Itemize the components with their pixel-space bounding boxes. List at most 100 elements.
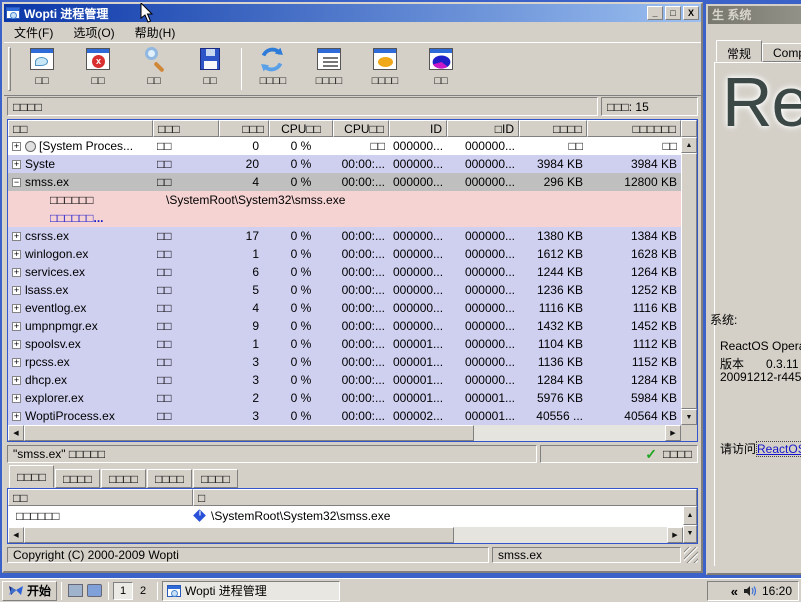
process-row[interactable]: + dhcp.ex □□ 3 0 % 00:00:... 000001... 000000..… xyxy=(8,371,681,389)
resize-grip[interactable] xyxy=(684,547,698,563)
horizontal-scrollbar[interactable]: ◀ ▶ xyxy=(8,425,697,441)
reactos-link[interactable]: ReactOS xyxy=(756,441,801,457)
process-row[interactable]: + spoolsv.ex □□ 1 0 % 00:00:... 000001... 00000… xyxy=(8,335,681,353)
scroll-right-button[interactable]: ▶ xyxy=(665,425,681,441)
detail-value: \SystemRoot\System32\smss.exe xyxy=(166,193,346,207)
scroll-left-button[interactable]: ◀ xyxy=(8,425,24,441)
desktop-pager-2[interactable]: 2 xyxy=(133,582,153,600)
panel-scroll-right-button[interactable]: ▶ xyxy=(667,527,683,543)
toolbar-button-save[interactable]: □□ xyxy=(182,44,238,94)
cell-id: 000000... xyxy=(393,229,444,243)
cell-mem: 3984 KB xyxy=(536,157,583,171)
more-info-link[interactable]: □□□□□□... xyxy=(8,209,104,227)
toolbar-button-terminate[interactable]: x □□ xyxy=(70,44,126,94)
column-header-status[interactable]: □□□ xyxy=(153,120,219,137)
cell-time: 00:00:... xyxy=(341,337,385,351)
column-header-vmem[interactable]: □□□□□□ xyxy=(587,120,681,137)
panel-column-value[interactable]: □ xyxy=(193,489,697,506)
tray-collapse-icon[interactable]: « xyxy=(731,584,738,599)
process-row[interactable]: − smss.ex □□ 4 0 % 00:00:... 000000... 000000..… xyxy=(8,173,681,191)
process-row[interactable]: + csrss.ex □□ 17 0 % 00:00:... 000000... 000000… xyxy=(8,227,681,245)
process-row[interactable]: + explorer.ex □□ 2 0 % 00:00:... 000001... 0000… xyxy=(8,389,681,407)
toolbar-button-pie[interactable]: □□ xyxy=(413,44,469,94)
expand-toggle[interactable]: + xyxy=(12,285,21,295)
toolbar-button-chat[interactable]: □□ xyxy=(14,44,70,94)
expand-toggle[interactable]: + xyxy=(12,249,21,259)
expand-toggle[interactable]: + xyxy=(12,375,21,385)
expand-toggle[interactable]: + xyxy=(12,321,21,331)
menu-item-3[interactable]: 帮助(H) xyxy=(135,24,176,41)
detail-tab-3[interactable]: □□□□ xyxy=(101,469,146,488)
process-row[interactable]: + winlogon.ex □□ 1 0 % 00:00:... 000000... 0000… xyxy=(8,245,681,263)
system-properties-window[interactable]: 生 系统 常规 Comput Re 系统: ReactOS Operatin 版… xyxy=(706,4,801,575)
tab-general[interactable]: 常规 xyxy=(716,40,763,62)
title-bar[interactable]: Wopti 进程管理 _ □ X xyxy=(4,4,701,22)
desktop-pager-1[interactable]: 1 xyxy=(113,581,134,600)
panel-scroll-track[interactable] xyxy=(454,527,667,543)
toolbar-button-refresh[interactable]: □□□□ xyxy=(245,44,301,94)
toolbar-button-search[interactable]: □□ xyxy=(126,44,182,94)
task-button-wopti[interactable]: Wopti 进程管理 xyxy=(162,580,341,601)
column-header-cpu[interactable]: CPU□□ xyxy=(269,120,333,137)
process-row[interactable]: + umpnpmgr.ex □□ 9 0 % 00:00:... 000000... 0000… xyxy=(8,317,681,335)
detail-tab-4[interactable]: □□□□ xyxy=(147,469,192,488)
column-header-id[interactable]: ID xyxy=(389,120,447,137)
wopti-window[interactable]: Wopti 进程管理 _ □ X 文件(F) 选项(O) 帮助(H) □□ x □□ □□… xyxy=(2,2,703,573)
expand-toggle[interactable]: − xyxy=(12,177,21,187)
cell-cpu: 0 % xyxy=(290,409,312,423)
expand-toggle[interactable]: + xyxy=(12,393,21,403)
horizontal-scroll-thumb[interactable] xyxy=(24,425,474,441)
expand-toggle[interactable]: + xyxy=(12,339,21,349)
toolbar-button-list[interactable]: □□□□ xyxy=(301,44,357,94)
process-row[interactable]: + [System Proces... □□ 0 0 % □□ 000000... 00000… xyxy=(8,137,681,155)
detail-tab-5[interactable]: □□□□ xyxy=(193,469,238,488)
menu-item-1[interactable]: 文件(F) xyxy=(14,24,53,41)
column-header-time[interactable]: CPU□□ xyxy=(333,120,389,137)
toolbar-button-ellipse[interactable]: □□□□ xyxy=(357,44,413,94)
column-header-name[interactable]: □□ xyxy=(8,120,153,137)
process-row[interactable]: + lsass.ex □□ 5 0 % 00:00:... 000000... 000000.… xyxy=(8,281,681,299)
process-row[interactable]: + WoptiProcess.ex □□ 3 0 % 00:00:... 000002...… xyxy=(8,407,681,425)
volume-icon[interactable] xyxy=(743,585,757,597)
close-button[interactable]: X xyxy=(683,6,699,20)
process-row[interactable]: + rpcss.ex □□ 3 0 % 00:00:... 000001... 000000.… xyxy=(8,353,681,371)
vertical-scroll-thumb[interactable] xyxy=(681,153,697,409)
tab-computer-name[interactable]: Comput xyxy=(762,43,801,62)
column-header-mem[interactable]: □□□□ xyxy=(519,120,587,137)
process-row[interactable]: + eventlog.ex □□ 4 0 % 00:00:... 000000... 0000… xyxy=(8,299,681,317)
expand-toggle[interactable]: + xyxy=(12,411,21,421)
panel-scroll-thumb[interactable] xyxy=(24,527,454,543)
expand-toggle[interactable]: + xyxy=(12,231,21,241)
cell-id: 000002... xyxy=(393,409,444,423)
detail-tab-1[interactable]: □□□□ xyxy=(9,465,54,488)
process-row[interactable]: + Syste □□ 20 0 % 00:00:... 000000... 000000...… xyxy=(8,155,681,173)
expand-toggle[interactable]: + xyxy=(12,357,21,367)
horizontal-scroll-track[interactable] xyxy=(474,425,665,441)
column-header-threads[interactable]: □□□ xyxy=(219,120,269,137)
scroll-up-button[interactable]: ▲ xyxy=(681,137,697,153)
minimize-button[interactable]: _ xyxy=(647,6,663,20)
panel-scroll-left-button[interactable]: ◀ xyxy=(8,527,24,543)
maximize-button[interactable]: □ xyxy=(665,6,681,20)
panel-horizontal-scrollbar[interactable]: ◀ ▶ xyxy=(8,527,683,543)
column-header-pid[interactable]: □ID xyxy=(447,120,519,137)
expand-toggle[interactable]: + xyxy=(12,303,21,313)
quick-launch-folder-icon[interactable] xyxy=(87,584,103,597)
menu-item-2[interactable]: 选项(O) xyxy=(73,24,114,41)
spinner-down-button[interactable]: ▼ xyxy=(683,524,697,543)
panel-row[interactable]: □□□□□□ \SystemRoot\System32\smss.exe xyxy=(8,506,697,525)
panel-column-property[interactable]: □□ xyxy=(8,489,193,506)
expand-toggle[interactable]: + xyxy=(12,141,21,151)
toolbar-grip[interactable] xyxy=(8,47,11,91)
expand-toggle[interactable]: + xyxy=(12,159,21,169)
quick-launch-desktop-icon[interactable] xyxy=(68,584,84,597)
detail-tab-2[interactable]: □□□□ xyxy=(55,469,100,488)
spinner-up-button[interactable]: ▲ xyxy=(683,506,697,525)
scroll-down-button[interactable]: ▼ xyxy=(681,409,697,425)
cell-threads: 2 xyxy=(252,391,259,405)
expand-toggle[interactable]: + xyxy=(12,267,21,277)
process-row[interactable]: + services.ex □□ 6 0 % 00:00:... 000000... 0000… xyxy=(8,263,681,281)
start-button[interactable]: 开始 xyxy=(2,580,58,601)
cell-threads: 5 xyxy=(252,283,259,297)
vertical-scrollbar[interactable]: ▲ ▼ xyxy=(681,137,697,425)
